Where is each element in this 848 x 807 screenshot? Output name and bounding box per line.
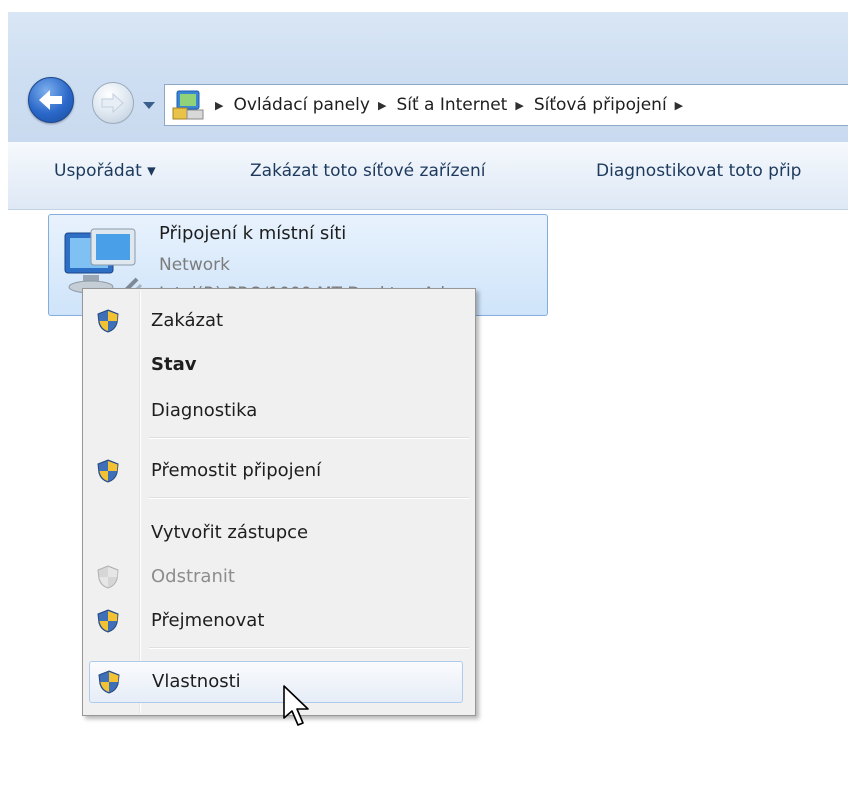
menu-item-label: Vytvořit zástupce <box>151 522 309 543</box>
connection-name: Připojení k místní síti <box>159 223 347 244</box>
command-bar: Uspořádat ▾ Zakázat toto síťové zařízení… <box>8 142 848 210</box>
menu-item-disable[interactable]: Zakázat <box>85 301 471 341</box>
menu-item-diagnose[interactable]: Diagnostika <box>85 391 471 431</box>
forward-arrow-icon <box>101 92 124 114</box>
menu-item-properties[interactable]: Vlastnosti <box>89 661 463 703</box>
menu-item-label: Diagnostika <box>151 400 258 421</box>
menu-item-label: Přejmenovat <box>151 610 265 631</box>
address-bar[interactable]: ▶ Ovládací panely ▶ Síť a Internet ▶ Síť… <box>164 84 848 126</box>
mouse-pointer-icon <box>283 685 309 726</box>
breadcrumb-control-panel[interactable]: Ovládací panely <box>233 95 370 115</box>
menu-item-bridge[interactable]: Přemostit připojení <box>85 451 471 491</box>
breadcrumb-separator-icon[interactable]: ▶ <box>378 99 386 112</box>
back-button[interactable] <box>28 77 74 123</box>
shield-icon <box>98 670 120 694</box>
menu-item-status[interactable]: Stav <box>85 345 471 385</box>
menu-item-create-shortcut[interactable]: Vytvořit zástupce <box>85 513 471 553</box>
shield-icon <box>97 309 119 333</box>
shield-icon <box>97 609 119 633</box>
title-bar: ▶ Ovládací panely ▶ Síť a Internet ▶ Síť… <box>8 12 848 142</box>
menu-item-label: Stav <box>151 354 197 375</box>
breadcrumb-separator-icon[interactable]: ▶ <box>515 99 523 112</box>
breadcrumb-separator-icon: ▶ <box>215 98 224 112</box>
diagnose-device-button[interactable]: Diagnostikovat toto přip <box>596 161 801 181</box>
breadcrumb-network-connections[interactable]: Síťová připojení <box>534 95 667 115</box>
recent-pages-button[interactable] <box>142 96 156 109</box>
menu-item-label: Přemostit připojení <box>151 460 322 481</box>
shield-icon <box>97 565 119 589</box>
menu-separator <box>149 647 469 649</box>
shield-icon <box>97 459 119 483</box>
menu-separator <box>149 437 469 439</box>
menu-item-delete: Odstranit <box>85 557 471 597</box>
chevron-down-icon <box>143 102 155 109</box>
menu-item-label: Vlastnosti <box>152 671 241 692</box>
menu-item-rename[interactable]: Přejmenovat <box>85 601 471 641</box>
menu-separator <box>149 497 469 499</box>
menu-item-label: Zakázat <box>151 310 224 331</box>
connection-network: Network <box>159 255 230 275</box>
organize-button[interactable]: Uspořádat ▾ <box>54 161 156 181</box>
control-panel-icon <box>171 88 207 122</box>
breadcrumb-separator-icon[interactable]: ▶ <box>675 99 683 112</box>
menu-item-label: Odstranit <box>151 566 235 587</box>
back-arrow-icon <box>39 90 62 110</box>
disable-device-button[interactable]: Zakázat toto síťové zařízení <box>250 161 485 181</box>
context-menu: Zakázat Stav Diagnostika Přemostit připo… <box>82 288 476 716</box>
forward-button[interactable] <box>92 82 134 124</box>
breadcrumb-network-internet[interactable]: Síť a Internet <box>396 95 507 115</box>
